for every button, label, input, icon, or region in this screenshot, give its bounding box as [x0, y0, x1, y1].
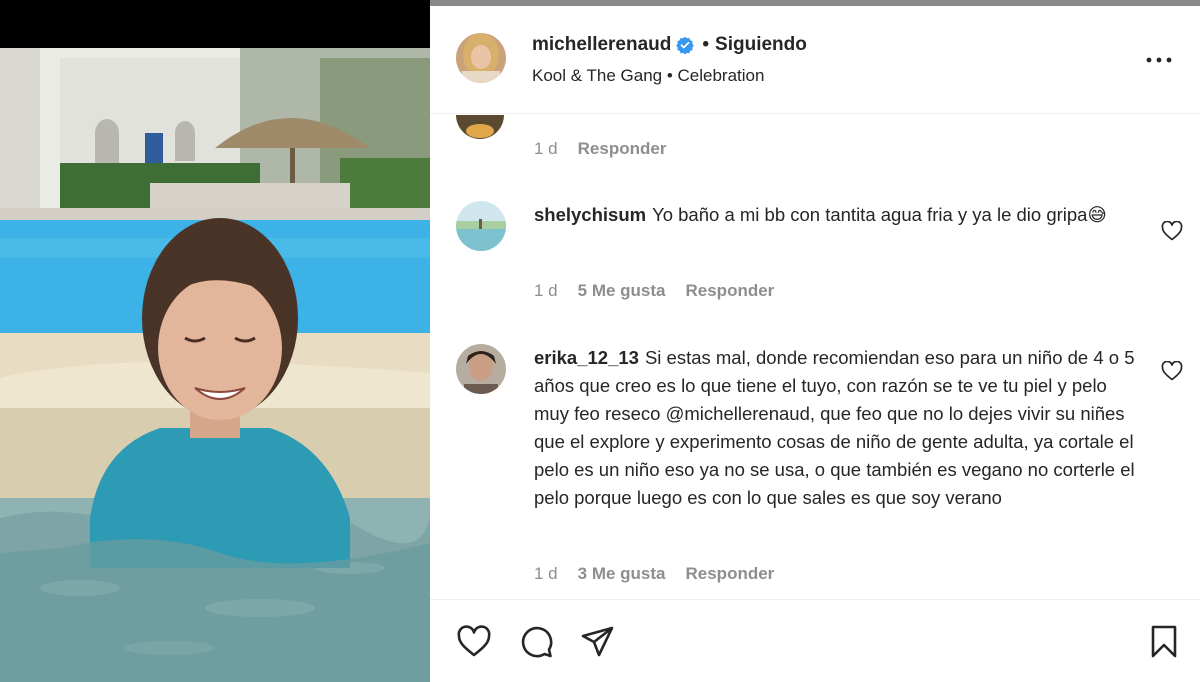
verified-badge-icon	[676, 36, 695, 55]
comment-meta: 1 d 3 Me gusta Responder	[534, 564, 794, 584]
separator-dot: •	[702, 34, 710, 55]
comment-like-heart-icon[interactable]	[1161, 360, 1183, 381]
comment-body: erika_12_13 Si estas mal, donde recomiend…	[534, 344, 1146, 512]
comment-bubble-icon[interactable]	[518, 624, 554, 660]
comment-text: Si estas mal, donde recomiendan eso para…	[534, 347, 1135, 508]
post-video-frame[interactable]	[0, 48, 430, 682]
comment-time: 1 d	[534, 564, 558, 583]
post-panel: michellerenaud • Siguiendo Kool & The Ga…	[430, 6, 1200, 682]
prev-comment-avatar[interactable]	[456, 115, 504, 139]
reply-button[interactable]: Responder	[578, 139, 667, 159]
comment-username[interactable]: shelychisum	[534, 204, 646, 225]
comment-meta: 1 d 5 Me gusta Responder	[534, 281, 794, 301]
comment-likes[interactable]: 3 Me gusta	[578, 564, 666, 584]
comment-time: 1 d	[534, 281, 558, 300]
comment-body: shelychisum Yo baño a mi bb con tantita a…	[534, 201, 1146, 229]
post-action-bar	[430, 599, 1200, 682]
media-top-bar	[0, 0, 430, 48]
author-avatar[interactable]	[456, 33, 506, 83]
music-attribution[interactable]: Kool & The Gang • Celebration	[532, 66, 764, 86]
comment-likes[interactable]: 5 Me gusta	[578, 281, 666, 301]
comment-like-heart-icon[interactable]	[1161, 220, 1183, 241]
bookmark-icon[interactable]	[1146, 624, 1182, 660]
comments-list[interactable]: 1 d Responder shelychisum Yo baño a mi bb…	[430, 115, 1200, 599]
reply-button[interactable]: Responder	[686, 564, 775, 584]
prev-comment-meta: 1 d Responder	[534, 139, 686, 159]
author-username[interactable]: michellerenaud	[532, 34, 671, 56]
comment-time: 1 d	[534, 139, 558, 158]
follow-status-button[interactable]: Siguiendo	[715, 34, 807, 56]
comment-text: Yo baño a mi bb con tantita agua fria y …	[652, 204, 1107, 225]
paper-plane-icon[interactable]	[580, 624, 616, 660]
more-options-icon[interactable]	[1144, 50, 1174, 70]
reply-button[interactable]: Responder	[686, 281, 775, 301]
post-header: michellerenaud • Siguiendo Kool & The Ga…	[430, 6, 1200, 114]
heart-icon[interactable]	[456, 624, 492, 660]
commenter-avatar[interactable]	[456, 344, 506, 394]
post-media[interactable]	[0, 0, 430, 682]
comment-username[interactable]: erika_12_13	[534, 347, 639, 368]
commenter-avatar[interactable]	[456, 201, 506, 251]
author-line: michellerenaud • Siguiendo	[532, 34, 807, 56]
